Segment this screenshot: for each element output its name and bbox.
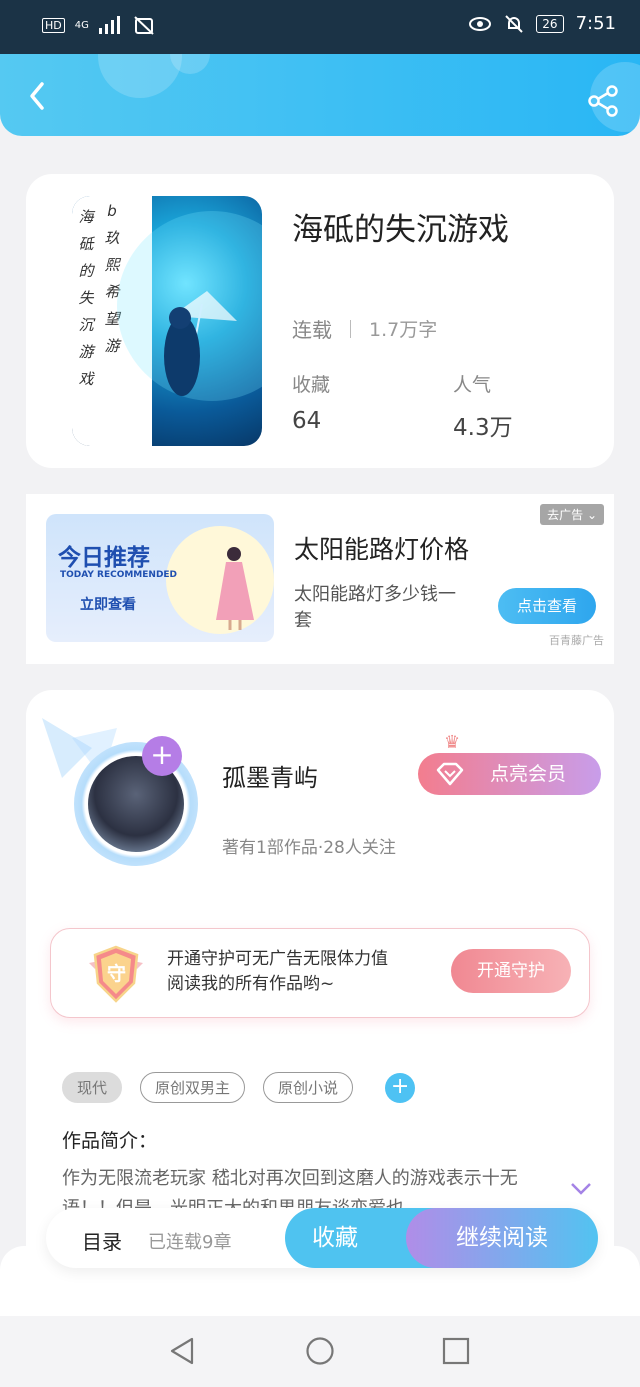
- nav-back-icon[interactable]: [168, 1336, 198, 1366]
- word-count: 1.7万字: [369, 319, 438, 341]
- intro-title: 作品简介：: [62, 1130, 158, 1152]
- nav-recents-icon[interactable]: [441, 1336, 471, 1366]
- mute-bell-icon: [505, 14, 524, 33]
- guard-button[interactable]: 开通守护: [451, 949, 571, 993]
- sim-off-icon: [134, 16, 154, 35]
- remove-ad-label: 去广告: [547, 508, 584, 522]
- back-icon[interactable]: [20, 76, 60, 116]
- guard-shield-char: 守: [107, 963, 127, 985]
- expand-chevron-icon[interactable]: [570, 1182, 592, 1196]
- ad-banner-title: 今日推荐: [58, 545, 150, 571]
- chevron-down-icon: ⌄: [586, 508, 597, 522]
- tag-item[interactable]: 现代: [62, 1072, 123, 1103]
- ad-banner-figure: [216, 547, 254, 630]
- divider: [350, 319, 351, 338]
- remove-ad-button[interactable]: 去广告 ⌄: [540, 504, 604, 525]
- popularity-value: 4.3万: [453, 415, 513, 441]
- ad-description: 太阳能路灯多少钱一套: [294, 584, 456, 631]
- header-bar: [0, 54, 640, 136]
- guard-promo: 守 开通守护可无广告无限体力值 阅读我的所有作品哟~ 开通守护: [50, 928, 590, 1018]
- decor-bubble: [98, 54, 182, 98]
- favorites-value: 64: [292, 408, 322, 434]
- status-bar: HD 4G 26 7:51: [0, 0, 640, 54]
- ad-card[interactable]: 今日推荐 TODAY RECOMMENDED 立即查看 太阳能路灯价格 太阳能路…: [26, 494, 614, 664]
- tag-item[interactable]: 原创小说: [263, 1072, 354, 1103]
- continue-reading-button[interactable]: 继续阅读: [406, 1208, 598, 1268]
- vip-button[interactable]: 点亮会员: [418, 753, 601, 795]
- follow-plus-icon[interactable]: +: [142, 736, 182, 776]
- ad-banner-subtitle: TODAY RECOMMENDED: [60, 570, 178, 580]
- ad-banner-image[interactable]: 今日推荐 TODAY RECOMMENDED 立即查看: [46, 514, 274, 642]
- favorites-label: 收藏: [292, 374, 331, 396]
- chapter-count: 已连载9章: [148, 1232, 232, 1253]
- book-cover[interactable]: 海砥的失沉游戏 b玖熙希望游: [72, 196, 262, 446]
- clock: 7:51: [575, 13, 616, 34]
- cover-artwork: [117, 211, 262, 401]
- guard-text-line1: 开通守护可无广告无限体力值: [167, 949, 388, 969]
- ad-title[interactable]: 太阳能路灯价格: [294, 530, 469, 566]
- guard-text-line2: 阅读我的所有作品哟~: [167, 974, 335, 994]
- toc-button[interactable]: 目录: [82, 1226, 122, 1255]
- vip-button-label: 点亮会员: [490, 763, 567, 785]
- eye-icon: [469, 16, 492, 31]
- serial-status: 连载: [292, 318, 332, 342]
- network-label: HD: [42, 17, 65, 33]
- author-name[interactable]: 孤墨青屿: [222, 758, 318, 793]
- tag-list: 现代 原创双男主 原创小说 +: [62, 1072, 416, 1103]
- tag-item[interactable]: 原创双男主: [140, 1072, 246, 1103]
- intro-body: 作为无限流老玩家 嵇北对再次回到这磨人的游戏表示十无语！！但是，光明正大的和男朋…: [62, 1168, 518, 1212]
- signal-icon: [98, 16, 120, 34]
- crown-icon: ♛: [444, 732, 461, 753]
- system-nav-bar: [0, 1316, 640, 1387]
- author-meta: 著有1部作品·28人关注: [222, 838, 396, 858]
- book-title: 海砥的失沉游戏: [292, 212, 509, 248]
- battery-indicator: 26: [536, 14, 564, 33]
- popularity-label: 人气: [453, 374, 492, 396]
- book-info-card: 海砥的失沉游戏 b玖熙希望游 海砥的失沉游戏 连载 1.7万字 收藏 64 人气…: [26, 174, 614, 468]
- signal-label: 4G: [74, 19, 89, 31]
- favorite-button-label: 收藏: [312, 1225, 358, 1251]
- ad-source: 百青藤广告: [549, 634, 604, 647]
- ad-banner-cta[interactable]: 立即查看: [80, 594, 136, 614]
- bottom-action-bar: 目录 已连载9章 收藏 继续阅读: [46, 1208, 598, 1268]
- ad-view-button[interactable]: 点击查看: [498, 588, 596, 624]
- add-tag-icon[interactable]: +: [385, 1072, 416, 1103]
- nav-home-icon[interactable]: [305, 1336, 335, 1366]
- diamond-icon: [436, 762, 464, 786]
- share-icon[interactable]: [586, 84, 620, 118]
